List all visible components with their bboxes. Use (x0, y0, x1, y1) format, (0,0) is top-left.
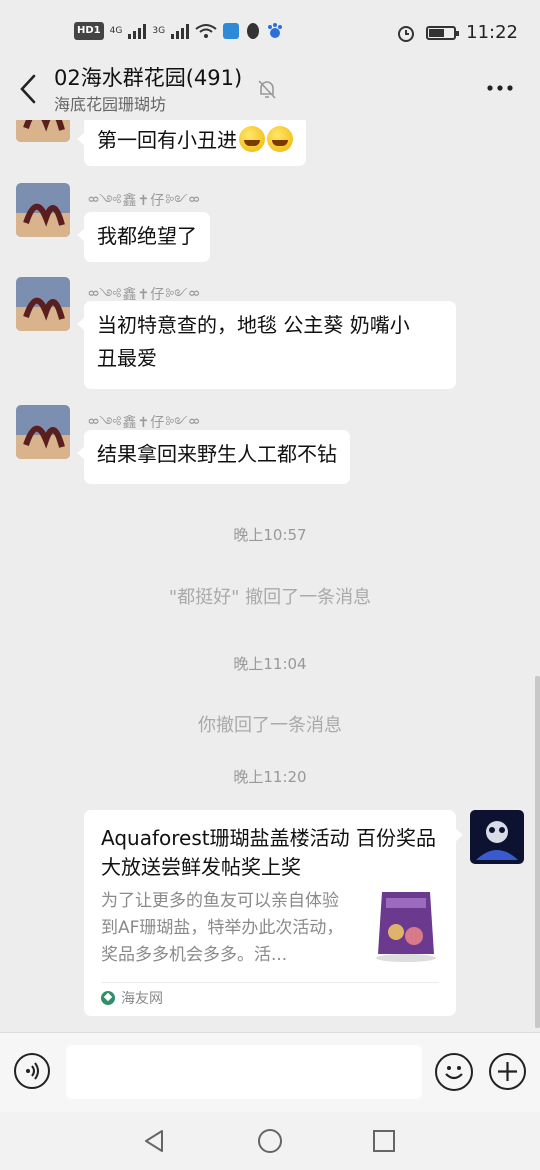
link-card-source-name: 海友网 (121, 991, 163, 1007)
link-card-divider (101, 982, 439, 983)
signal-4g-icon (128, 23, 147, 39)
message-text: 第一回有小丑进 (97, 128, 237, 152)
timestamp: 晚上10:57 (233, 526, 307, 544)
baidu-paw-icon (268, 23, 283, 38)
self-avatar[interactable] (470, 810, 524, 864)
link-card-source: 海友网 (101, 988, 163, 1008)
more-icon[interactable] (486, 84, 514, 92)
message-bubble[interactable]: 当初特意查的，地毯 公主葵 奶嘴小 丑最爱 (77, 301, 456, 389)
signal-4g-label: 4G (109, 26, 123, 36)
avatar[interactable] (16, 183, 70, 237)
qq-penguin-icon (247, 23, 260, 39)
message-bubble[interactable]: 结果拿回来野生人工都不钻 (77, 430, 350, 484)
link-card-thumbnail (370, 884, 442, 964)
message-text-line: 丑最爱 (97, 346, 157, 370)
battery-level (429, 28, 444, 37)
recall-notice: "都挺好" 撤回了一条消息 (168, 587, 372, 608)
user-avatar-image (16, 120, 70, 142)
back-arrow-icon[interactable] (18, 72, 38, 106)
user-avatar-image (16, 183, 70, 237)
nav-back-icon[interactable] (140, 1127, 168, 1155)
message-input[interactable] (66, 1045, 422, 1099)
self-avatar-image (470, 810, 524, 864)
emoji-icon (445, 1066, 463, 1080)
laugh-cry-emoji-icon (267, 126, 293, 152)
status-right: 11:22 (396, 22, 518, 43)
status-left: HD1 4G 3G (74, 22, 283, 40)
chat-area[interactable]: 第一回有小丑进 ᢁ༺鑫✝仔༻ᢁ 我都绝望了 ᢁ༺鑫✝仔༻ᢁ 当初特意查的，地毯 … (0, 120, 540, 1032)
emoji-button[interactable] (435, 1053, 473, 1091)
user-avatar-image (16, 277, 70, 331)
nav-home-icon[interactable] (256, 1127, 284, 1155)
message-text-line: 当初特意查的，地毯 公主葵 奶嘴小 (97, 313, 410, 337)
hd-indicator: HD1 (74, 22, 104, 40)
avatar[interactable] (16, 277, 70, 331)
message-bubble[interactable]: 我都绝望了 (77, 212, 210, 262)
link-card[interactable]: Aquaforest珊瑚盐盖楼活动 百份奖品大放送尝鲜发帖奖上奖 为了让更多的鱼… (84, 810, 463, 1016)
timestamp: 晚上11:20 (233, 768, 307, 786)
message-bubble[interactable]: 第一回有小丑进 (77, 120, 306, 166)
signal-3g-icon (171, 23, 190, 39)
avatar[interactable] (16, 120, 70, 142)
avatar[interactable] (16, 405, 70, 459)
recall-notice: 你撤回了一条消息 (198, 715, 342, 736)
source-logo-icon (101, 991, 115, 1005)
message-text: 结果拿回来野生人工都不钻 (97, 442, 337, 466)
chat-header: 02海水群花园(491) 海底花园珊瑚坊 (0, 60, 540, 120)
signal-3g-label: 3G (152, 26, 166, 36)
link-card-title: Aquaforest珊瑚盐盖楼活动 百份奖品大放送尝鲜发帖奖上奖 (101, 826, 436, 879)
app-notification-icon (223, 23, 240, 39)
system-nav-bar (0, 1112, 540, 1170)
laugh-cry-emoji-icon (239, 126, 265, 152)
chat-subtitle: 海底花园珊瑚坊 (54, 95, 167, 114)
message-text: 我都绝望了 (97, 224, 197, 248)
mute-bell-icon (258, 80, 276, 99)
user-avatar-image (16, 405, 70, 459)
nav-recent-icon[interactable] (370, 1127, 398, 1155)
status-bar: HD1 4G 3G 11:22 (0, 0, 540, 66)
voice-icon (26, 1062, 39, 1080)
wifi-icon (195, 24, 217, 38)
voice-button[interactable] (14, 1053, 50, 1089)
chat-scrollbar[interactable] (535, 676, 540, 1028)
chat-title[interactable]: 02海水群花园(491) (54, 62, 242, 92)
more-functions-button[interactable] (489, 1053, 526, 1090)
input-bar (0, 1032, 540, 1113)
alarm-icon (398, 25, 415, 42)
plus-icon (498, 1062, 517, 1081)
link-card-description: 为了让更多的鱼友可以亲自体验到AF珊瑚盐，特举办此次活动，奖品多多机会多多。活.… (101, 891, 344, 965)
clock: 11:22 (466, 22, 518, 43)
timestamp: 晚上11:04 (233, 655, 307, 673)
battery-icon (426, 25, 460, 40)
